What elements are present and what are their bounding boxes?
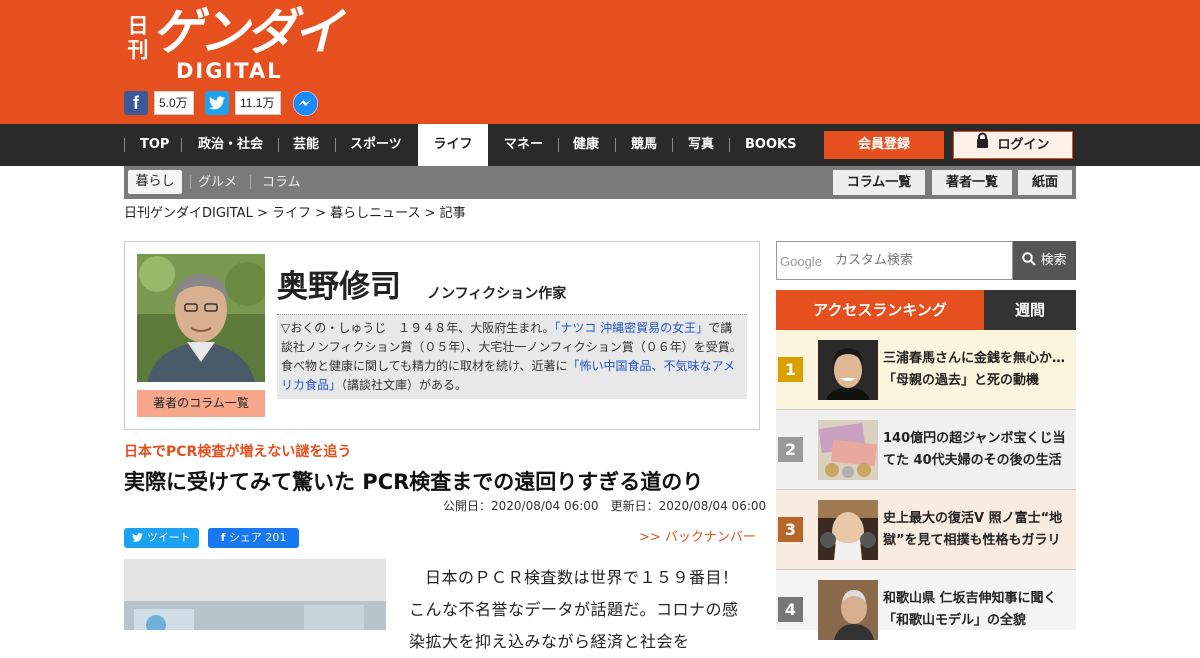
author-column-list-button[interactable]: 著者のコラム一覧 <box>137 390 265 417</box>
paper-button[interactable]: 紙面 <box>1018 170 1072 195</box>
nav-item-health[interactable]: 健康 <box>573 124 599 166</box>
tweet-button[interactable]: ツイート <box>124 528 199 548</box>
facebook-count: 5.0万 <box>154 91 194 115</box>
author-photo <box>137 254 265 382</box>
nav-separator <box>124 138 125 152</box>
logo-sub[interactable]: DIGITAL <box>176 60 283 82</box>
author-title: ノンフィクション作家 <box>427 286 567 302</box>
nav-item-keiba[interactable]: 競馬 <box>631 124 657 166</box>
twitter-icon[interactable] <box>205 91 229 115</box>
column-list-button[interactable]: コラム一覧 <box>833 170 925 195</box>
subnav-item-gourmet[interactable]: グルメ <box>198 174 237 191</box>
facebook-share-button[interactable]: f シェア 201 <box>208 528 299 548</box>
article-body: 日本のＰＣＲ検査数は世界で１５９番目！ こんな不名誉なデータが話題だ。コロナの感… <box>409 568 756 651</box>
messenger-icon[interactable] <box>293 91 318 116</box>
ranking-thumbnail <box>818 340 878 400</box>
ranking-title: 三浦春馬さんに金銭を無心か…「母親の過去」と死の動機 <box>883 351 1066 388</box>
article-image <box>124 559 386 630</box>
nav-separator <box>729 138 730 152</box>
article-dates: 公開日：2020/08/04 06:00 更新日：2020/08/04 06:0… <box>443 499 766 514</box>
logo-main[interactable]: ゲンダイ <box>152 4 343 60</box>
nav-separator <box>335 138 336 152</box>
author-bio: ▽おくの・しゅうじ １９４８年、大阪府生まれ。「ナツコ 沖縄密貿易の女王」で講談… <box>277 314 747 399</box>
nav-item-top[interactable]: TOP <box>140 124 169 166</box>
nav-separator <box>615 138 616 152</box>
ranking-item[interactable]: 1 三浦春馬さんに金銭を無心か…「母親の過去」と死の動機 <box>776 330 1076 410</box>
author-name: 奥野修司 <box>277 269 401 305</box>
nav-item-life[interactable]: ライフ <box>418 124 488 166</box>
rank-number: 3 <box>778 517 803 542</box>
bio-text: ▽おくの・しゅうじ １９４８年、大阪府生まれ。 <box>281 321 555 335</box>
ranking-item[interactable]: 3 史上最大の復活V 照ノ富士“地獄”を見て相撲も性格もガラリ <box>776 490 1076 570</box>
nav-separator <box>672 138 673 152</box>
ranking-title: 和歌山県 仁坂吉伸知事に聞く「和歌山モデル」の全貌 <box>883 591 1057 628</box>
article-kicker[interactable]: 日本でPCR検査が増えない謎を追う <box>124 444 351 461</box>
nav-item-money[interactable]: マネー <box>504 124 543 166</box>
updated-date: 更新日：2020/08/04 06:00 <box>610 499 767 513</box>
tab-weekly[interactable]: 週間 <box>984 290 1076 330</box>
rank-number: 1 <box>778 357 803 382</box>
tweet-label: ツイート <box>146 531 191 544</box>
ranking-thumbnail <box>818 580 878 640</box>
rank-number: 2 <box>778 437 803 462</box>
facebook-icon: f <box>220 531 226 544</box>
nav-separator <box>278 138 279 152</box>
author-list-button[interactable]: 著者一覧 <box>932 170 1012 195</box>
ranking-thumbnail <box>818 420 878 480</box>
share-label: シェア 201 <box>228 531 287 544</box>
ranking-title: 140億円の超ジャンボ宝くじ当てた 40代夫婦のその後の生活 <box>883 431 1066 468</box>
bio-text: （講談社文庫）がある。 <box>341 378 468 392</box>
rank-number: 4 <box>778 597 803 622</box>
twitter-count: 11.1万 <box>235 91 281 115</box>
search-box[interactable]: Google <box>776 241 1013 280</box>
nav-item-photo[interactable]: 写真 <box>688 124 714 166</box>
bio-link-natsuko[interactable]: 「ナツコ 沖縄密貿易の女王」 <box>554 321 708 335</box>
article-headline: 実際に受けてみて驚いた PCR検査までの遠回りすぎる道のり <box>124 470 704 494</box>
subnav-separator <box>190 175 191 189</box>
search-button[interactable]: 検索 <box>1013 241 1076 280</box>
logo-kanji[interactable]: 日刊 <box>126 14 150 62</box>
nav-item-politics[interactable]: 政治・社会 <box>198 124 263 166</box>
twitter-icon <box>132 531 147 544</box>
subnav-item-column[interactable]: コラム <box>262 174 301 191</box>
nav-item-books[interactable]: BOOKS <box>745 124 796 166</box>
search-button-label: 検索 <box>1040 253 1067 268</box>
google-label: Google <box>780 254 822 269</box>
register-button[interactable]: 会員登録 <box>824 131 944 159</box>
site-header: 日刊 ゲンダイ DIGITAL f 5.0万 11.1万 <box>0 0 1200 124</box>
published-date: 公開日：2020/08/04 06:00 <box>443 499 599 513</box>
facebook-icon[interactable]: f <box>124 91 148 115</box>
breadcrumb[interactable]: 日刊ゲンダイDIGITAL > ライフ > 暮らしニュース > 記事 <box>124 206 466 222</box>
login-button[interactable]: ログイン <box>953 131 1073 159</box>
nav-item-sports[interactable]: スポーツ <box>350 124 402 166</box>
sub-nav: 暮らし グルメ コラム コラム一覧 著者一覧 紙面 <box>124 166 1076 199</box>
ranking-thumbnail <box>818 500 878 560</box>
lock-icon <box>976 132 989 158</box>
backnumber-link[interactable]: >> バックナンバー <box>639 530 756 545</box>
subnav-separator <box>250 175 251 189</box>
login-label: ログイン <box>997 137 1050 153</box>
ranking-item[interactable]: 4 和歌山県 仁坂吉伸知事に聞く「和歌山モデル」の全貌 <box>776 570 1076 640</box>
search-icon <box>1022 243 1037 282</box>
tab-access-ranking[interactable]: アクセスランキング <box>776 290 984 330</box>
search-input[interactable] <box>835 253 1005 268</box>
subnav-item-kurashi[interactable]: 暮らし <box>128 170 182 194</box>
nav-separator <box>558 138 559 152</box>
nav-separator <box>181 138 182 152</box>
ranking-title: 史上最大の復活V 照ノ富士“地獄”を見て相撲も性格もガラリ <box>883 511 1063 548</box>
ranking-item[interactable]: 2 140億円の超ジャンボ宝くじ当てた 40代夫婦のその後の生活 <box>776 410 1076 490</box>
nav-item-entertainment[interactable]: 芸能 <box>293 124 319 166</box>
